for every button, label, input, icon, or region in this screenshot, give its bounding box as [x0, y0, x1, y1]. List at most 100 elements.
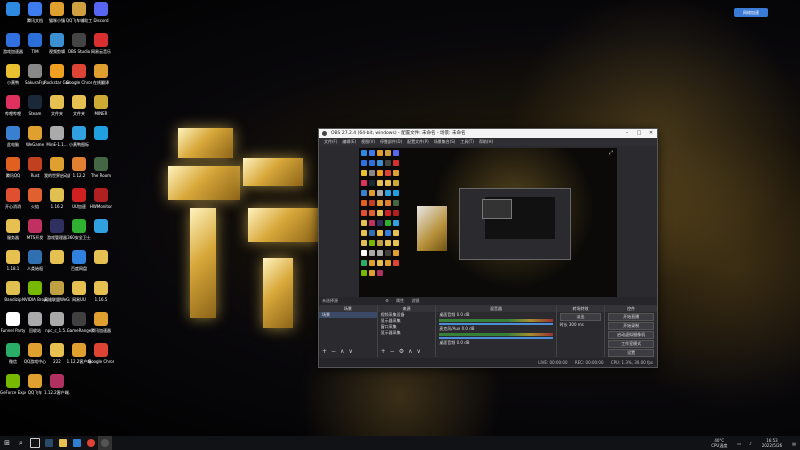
app-icon [6, 219, 20, 233]
app-icon [94, 312, 108, 326]
filters-button[interactable]: 滤镜 [411, 298, 419, 303]
folder-taskbar-icon[interactable] [56, 436, 70, 450]
virtual-camera-button[interactable]: 启动虚拟摄像机 [608, 331, 654, 339]
duration-value[interactable]: 300 ms [569, 322, 584, 327]
desktop-icon[interactable]: Google Chrome [88, 343, 114, 381]
preview-icon [385, 220, 391, 226]
menu-item[interactable]: 停靠部件(D) [380, 138, 402, 146]
sources-title: 来源 [377, 305, 436, 312]
obs-title: OBS 27.2.4 (64-bit, windows) - 配置文件: 未命名… [331, 131, 466, 136]
obs-preview[interactable]: ⤢ [359, 148, 617, 297]
app-icon [50, 312, 64, 326]
sources-dock: 来源 视频采集设备 显示器采集 窗口采集 显示器采集 +−⚙∧∨ [377, 305, 437, 357]
corner-badge[interactable]: 网络加速 [734, 8, 768, 17]
notification-icon[interactable]: ▤ [792, 441, 796, 446]
app-icon [50, 157, 64, 171]
preview-icon [393, 160, 399, 166]
preview-icon [377, 200, 383, 206]
minimize-icon[interactable]: – [621, 129, 633, 138]
app-icon [50, 343, 64, 357]
obs-docks: 场景 场景 +−∧∨ 来源 视频采集设备 显示器采集 窗口采集 显示器采集 +−… [319, 305, 657, 366]
gear-icon[interactable]: ⚙ [385, 298, 389, 303]
preview-resize-icon[interactable]: ⤢ [609, 150, 613, 156]
steam-taskbar-icon[interactable] [42, 436, 56, 450]
app-icon [6, 33, 20, 47]
duration-label: 时长 [559, 322, 568, 327]
temp-readout[interactable]: 40°C CPU温度 [711, 438, 727, 448]
preview-icon [361, 190, 367, 196]
close-icon[interactable]: ✕ [645, 129, 657, 138]
app-icon [50, 64, 64, 78]
system-tray: 40°C CPU温度 ▭ ♪ 16:53 2022/5/26 ▤ [705, 436, 800, 450]
volume-icon[interactable]: ♪ [749, 441, 752, 446]
preview-icon [377, 270, 383, 276]
desktop-icon[interactable]: 1.12.2客户端.rar [44, 374, 70, 412]
obs-window[interactable]: OBS 27.2.4 (64-bit, windows) - 配置文件: 未命名… [318, 128, 658, 368]
settings-button[interactable]: 设置 [608, 349, 654, 357]
app-icon [50, 95, 64, 109]
preview-icon [377, 190, 383, 196]
preview-icon [361, 220, 367, 226]
search-icon[interactable]: ⌕ [14, 436, 28, 450]
transitions-dock: 转场特效 淡出 时长 300 ms [556, 305, 606, 357]
desktop-icon-label: 腾讯加速器 [91, 328, 111, 333]
menu-item[interactable]: 视图(V) [361, 138, 375, 146]
menu-item[interactable]: 帮助(H) [479, 138, 493, 146]
menu-item[interactable]: 场景集合(S) [434, 138, 456, 146]
preview-icon [377, 150, 383, 156]
menu-item[interactable]: 配置文件(P) [407, 138, 429, 146]
app-icon [28, 64, 42, 78]
obs-titlebar[interactable]: OBS 27.2.4 (64-bit, windows) - 配置文件: 未命名… [319, 129, 657, 138]
volume-meter [439, 319, 553, 322]
desktop-icons: 腾讯文档猫咪小镇QQ飞车辅助工具Discord游戏加速器TIM视频剪辑OBS S… [0, 0, 114, 436]
preview-icon [377, 250, 383, 256]
volume-slider[interactable] [439, 337, 553, 339]
start-streaming-button[interactable]: 开始直播 [608, 313, 654, 321]
menu-item[interactable]: 工具(T) [460, 138, 474, 146]
properties-button[interactable]: 属性 [396, 298, 404, 303]
preview-icon [393, 200, 399, 206]
source-tools[interactable]: +−⚙∧∨ [381, 348, 425, 355]
preview-icon [377, 210, 383, 216]
preview-icon [361, 230, 367, 236]
task-view-icon[interactable] [28, 436, 42, 450]
app-icon [6, 126, 20, 140]
preview-icon [393, 190, 399, 196]
preview-icon [377, 240, 383, 246]
scene-tools[interactable]: +−∧∨ [322, 348, 357, 355]
app-icon [28, 157, 42, 171]
studio-mode-button[interactable]: 工作室模式 [608, 340, 654, 348]
app-icon [72, 250, 86, 264]
preview-icon [385, 170, 391, 176]
preview-desktop-icons [359, 148, 404, 297]
preview-icon [369, 250, 375, 256]
app-icon [6, 343, 20, 357]
volume-slider[interactable] [439, 323, 553, 325]
source-item[interactable]: 显示器采集 [378, 330, 436, 336]
menu-item[interactable]: 编辑(E) [342, 138, 356, 146]
mixer-title: 混音器 [436, 305, 556, 312]
windows-icon[interactable]: ⊞ [0, 436, 14, 450]
transition-select[interactable]: 淡出 [559, 313, 602, 321]
app-taskbar-icon[interactable] [70, 436, 84, 450]
scene-item[interactable]: 场景 [319, 312, 377, 318]
preview-icon [369, 200, 375, 206]
preview-icon [369, 180, 375, 186]
network-icon[interactable]: ▭ [737, 441, 741, 446]
preview-icon [393, 250, 399, 256]
app-icon [72, 126, 86, 140]
menu-item[interactable]: 文件(F) [324, 138, 337, 146]
preview-icon [369, 170, 375, 176]
obs-taskbar-icon[interactable] [98, 436, 112, 450]
clock[interactable]: 16:53 2022/5/26 [762, 438, 783, 448]
channel-level: 0.0 dB [456, 312, 470, 317]
app-icon [94, 281, 108, 295]
maximize-icon[interactable]: □ [633, 129, 645, 138]
app-icon [72, 95, 86, 109]
preview-icon [361, 150, 367, 156]
chrome-taskbar-icon[interactable] [84, 436, 98, 450]
app-icon [28, 312, 42, 326]
start-recording-button[interactable]: 开始录制 [608, 322, 654, 330]
controls-dock: 控件 开始直播 开始录制 启动虚拟摄像机 工作室模式 设置 退出 [605, 305, 657, 366]
preview-icon [385, 240, 391, 246]
